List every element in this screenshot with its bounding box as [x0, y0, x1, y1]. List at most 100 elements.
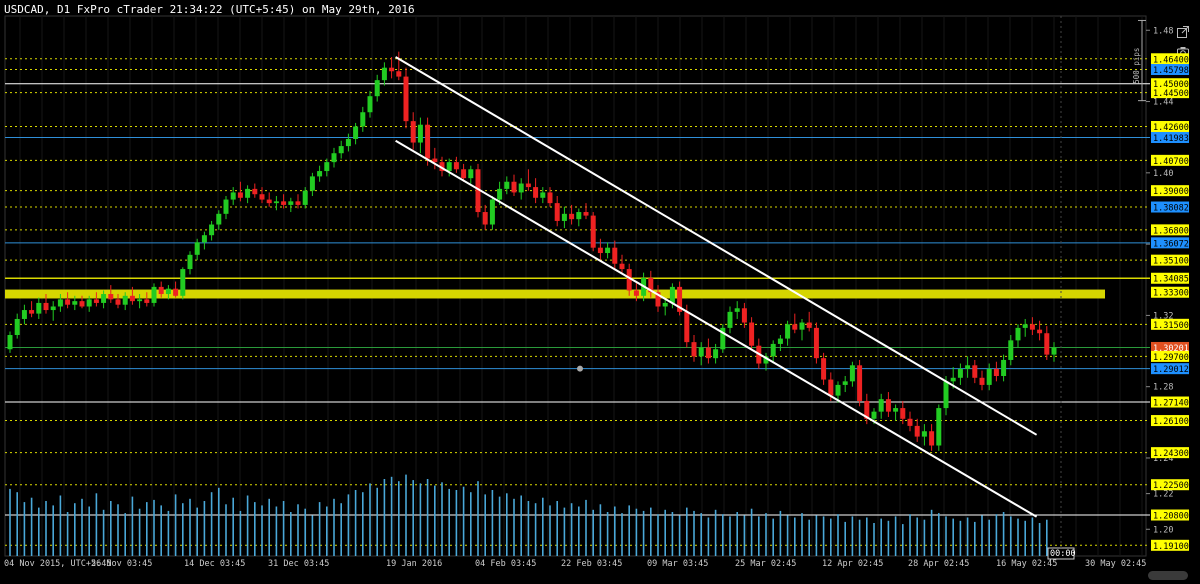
bear-candle: [173, 288, 179, 296]
bear-candle: [813, 327, 819, 359]
price-tag-label: 1.40700: [1153, 157, 1189, 167]
x-axis-label: 19 Jan 2016: [386, 559, 442, 569]
bear-candle: [583, 212, 589, 216]
bull-candle: [1001, 359, 1007, 376]
bear-candle: [684, 311, 690, 343]
bull-candle: [662, 302, 668, 307]
bear-candle: [929, 431, 935, 446]
bull-candle: [216, 213, 222, 225]
x-axis-label: 16 May 02:45: [996, 559, 1057, 569]
bull-candle: [965, 365, 971, 369]
price-tag-label: 1.19100: [1153, 542, 1189, 552]
channel-line-lower: [395, 139, 1038, 518]
bull-candle: [345, 138, 351, 147]
channel-line-upper: [395, 56, 1038, 436]
bear-candle: [29, 310, 35, 314]
price-tag-label: 1.36800: [1153, 226, 1189, 236]
cursor-time-label: 00:00: [1050, 549, 1076, 559]
bull-candle: [338, 146, 344, 154]
bull-candle: [101, 294, 107, 303]
price-tag-label: 1.42600: [1153, 123, 1189, 133]
bull-candle: [799, 322, 805, 330]
price-tag-label: 1.29700: [1153, 353, 1189, 363]
price-tag-label: 1.26100: [1153, 417, 1189, 427]
bull-candle: [871, 411, 877, 419]
bear-candle: [252, 188, 258, 195]
bull-candle: [1051, 347, 1057, 355]
price-chart[interactable]: 1.481.441.401.361.321.281.241.221.201.46…: [0, 0, 1200, 584]
bull-candle: [7, 335, 13, 350]
price-tag-label: 1.38082: [1153, 204, 1189, 214]
bull-candle: [57, 299, 63, 307]
x-axis-label: 12 Apr 02:45: [822, 559, 883, 569]
bear-candle: [396, 71, 402, 77]
bull-candle: [86, 299, 92, 307]
horizontal-scrollbar[interactable]: [1148, 571, 1188, 580]
bear-candle: [914, 425, 920, 437]
bull-candle: [713, 349, 719, 359]
bull-candle: [187, 254, 193, 270]
price-tag-label: 1.27140: [1153, 399, 1189, 409]
bear-candle: [533, 187, 539, 198]
bull-candle: [669, 286, 675, 303]
bull-candle: [497, 188, 503, 200]
bull-candle: [936, 408, 942, 446]
plot-frame: [4, 15, 1147, 557]
bull-candle: [785, 324, 791, 339]
price-tag-label: 1.44500: [1153, 89, 1189, 99]
bull-candle: [734, 308, 740, 312]
y-tick-label: 1.48: [1153, 26, 1173, 36]
price-tag-label: 1.45798: [1153, 66, 1189, 76]
bull-candle: [417, 124, 423, 143]
bear-candle: [144, 299, 150, 303]
x-axis-label: 28 Apr 02:45: [908, 559, 969, 569]
bull-candle: [72, 301, 78, 305]
bull-candle: [230, 192, 236, 200]
bull-candle: [201, 235, 207, 243]
price-tag-label: 1.31500: [1153, 321, 1189, 331]
y-tick-label: 1.28: [1153, 383, 1173, 393]
bull-candle: [324, 162, 330, 172]
bull-candle: [1022, 324, 1028, 328]
bull-candle: [194, 242, 200, 255]
bear-candle: [741, 308, 747, 323]
bear-candle: [547, 192, 553, 204]
x-axis-label: 30 May 02:45: [1085, 559, 1146, 569]
bear-candle: [993, 368, 999, 376]
y-tick-label: 1.40: [1153, 169, 1173, 179]
bear-candle: [612, 247, 618, 264]
bear-candle: [828, 379, 834, 396]
bear-candle: [972, 365, 978, 378]
price-tag-label: 1.24300: [1153, 449, 1189, 459]
bear-candle: [885, 399, 891, 412]
bull-candle: [21, 310, 27, 319]
bull-candle: [180, 269, 186, 296]
bear-candle: [792, 324, 798, 330]
bull-candle: [309, 176, 315, 191]
bear-candle: [108, 294, 114, 300]
bull-candle: [245, 188, 251, 198]
bull-candle: [137, 299, 143, 302]
bear-candle: [525, 183, 531, 188]
bull-candle: [518, 183, 524, 193]
bull-candle: [209, 224, 215, 236]
price-tag-label: 1.29012: [1153, 365, 1189, 375]
bear-candle: [410, 121, 416, 143]
x-axis-label: 31 Dec 03:45: [268, 559, 329, 569]
bull-candle: [273, 201, 279, 204]
bear-candle: [821, 358, 827, 380]
bear-candle: [425, 124, 431, 159]
bear-candle: [691, 342, 697, 357]
price-tag-label: 1.20800: [1153, 512, 1189, 522]
bear-candle: [907, 418, 913, 426]
bull-candle: [943, 381, 949, 409]
bull-candle: [893, 408, 899, 412]
bear-candle: [79, 301, 85, 307]
bear-candle: [590, 215, 596, 248]
bull-candle: [446, 162, 452, 172]
bull-candle: [504, 181, 510, 189]
line-handle: [577, 365, 583, 372]
bull-candle: [223, 199, 229, 214]
bear-candle: [453, 162, 459, 170]
bear-candle: [749, 322, 755, 346]
